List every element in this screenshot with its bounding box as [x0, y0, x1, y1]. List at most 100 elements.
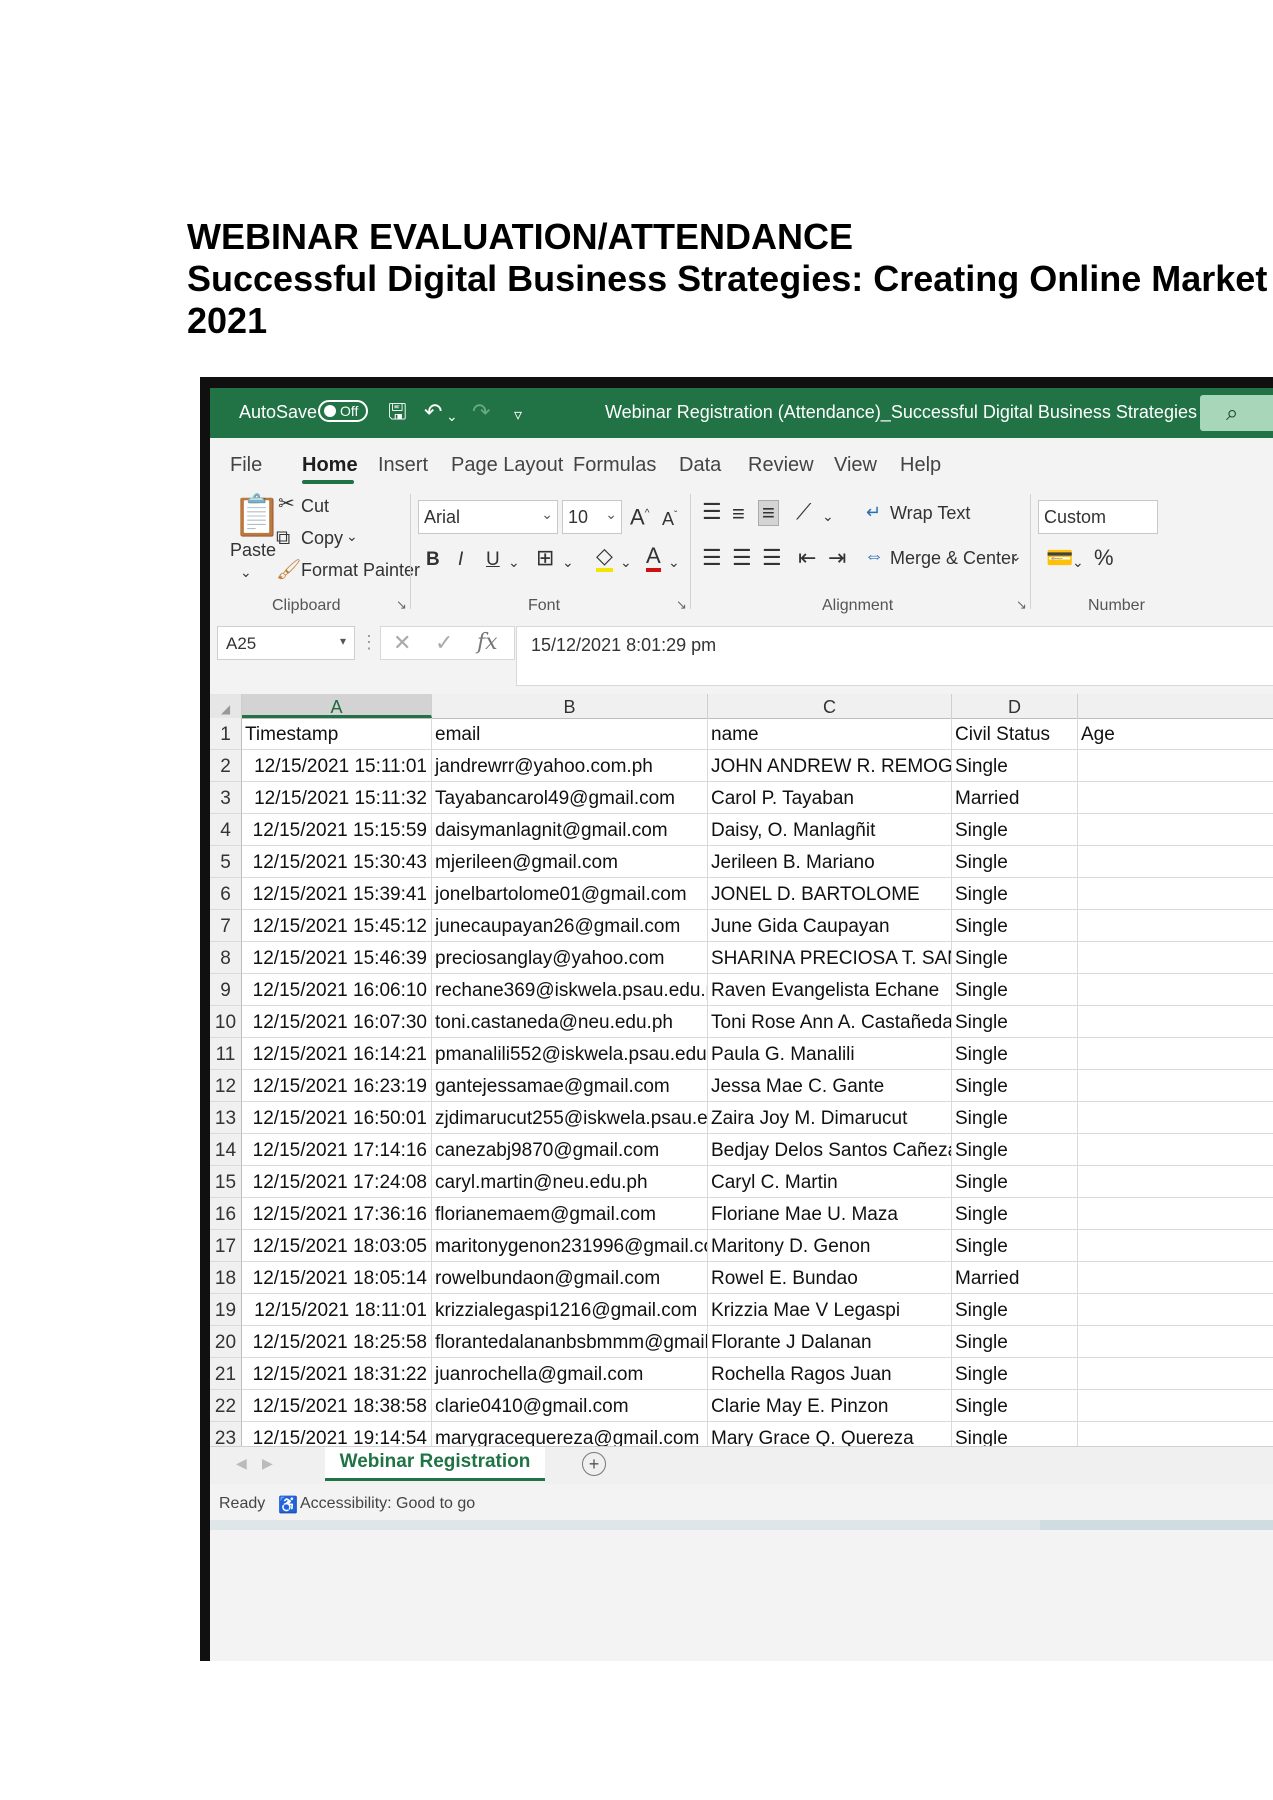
- cell-age[interactable]: [1078, 910, 1273, 942]
- cell-name[interactable]: Daisy, O. Manlagñit: [708, 814, 952, 846]
- merge-center-button[interactable]: Merge & Center: [890, 548, 1017, 569]
- sheet-tab-webinar-registration[interactable]: Webinar Registration: [325, 1447, 545, 1481]
- row-header[interactable]: 22: [210, 1390, 242, 1422]
- cell-email[interactable]: florianemaem@gmail.com: [432, 1198, 708, 1230]
- cell-name[interactable]: Krizzia Mae V Legaspi: [708, 1294, 952, 1326]
- cell-timestamp[interactable]: 12/15/2021 16:23:19: [242, 1070, 432, 1102]
- cell-civil-status[interactable]: Single: [952, 1390, 1078, 1422]
- row-header[interactable]: 17: [210, 1230, 242, 1262]
- cell-age[interactable]: [1078, 1070, 1273, 1102]
- accessibility-status[interactable]: Accessibility: Good to go: [300, 1495, 475, 1513]
- insert-function-icon[interactable]: fx: [477, 631, 498, 655]
- merge-center-icon[interactable]: ⇔: [864, 544, 884, 568]
- italic-icon[interactable]: I: [458, 548, 463, 572]
- cell-name[interactable]: SHARINA PRECIOSA T. SANGLAY: [708, 942, 952, 974]
- cell-civil-status[interactable]: Single: [952, 1230, 1078, 1262]
- cell-email[interactable]: mjerileen@gmail.com: [432, 846, 708, 878]
- align-top-icon[interactable]: ☰: [702, 500, 722, 524]
- redo-icon[interactable]: ↷: [472, 400, 490, 424]
- cut-button[interactable]: Cut: [301, 496, 329, 517]
- orientation-icon[interactable]: ⟋: [796, 500, 811, 524]
- cell-age[interactable]: [1078, 974, 1273, 1006]
- accounting-dropdown-icon[interactable]: ⌄: [1072, 550, 1084, 574]
- orientation-dropdown-icon[interactable]: ⌄: [822, 504, 834, 528]
- row-header[interactable]: 21: [210, 1358, 242, 1390]
- cell-timestamp[interactable]: 12/15/2021 16:07:30: [242, 1006, 432, 1038]
- enter-icon[interactable]: ✓: [435, 631, 453, 655]
- cell-timestamp[interactable]: 12/15/2021 18:31:22: [242, 1358, 432, 1390]
- cell-name[interactable]: Jerileen B. Mariano: [708, 846, 952, 878]
- cell-age[interactable]: [1078, 1102, 1273, 1134]
- row-header[interactable]: 7: [210, 910, 242, 942]
- header-cell-email[interactable]: email: [432, 718, 708, 750]
- bold-icon[interactable]: B: [426, 548, 440, 572]
- font-color-icon[interactable]: A: [646, 544, 661, 572]
- row-header[interactable]: 5: [210, 846, 242, 878]
- paste-icon[interactable]: 📋: [232, 494, 282, 538]
- cell-name[interactable]: Caryl C. Martin: [708, 1166, 952, 1198]
- cell-name[interactable]: JONEL D. BARTOLOME: [708, 878, 952, 910]
- header-cell-timestamp[interactable]: Timestamp: [242, 718, 432, 750]
- cell-timestamp[interactable]: 12/15/2021 15:46:39: [242, 942, 432, 974]
- tab-help[interactable]: Help: [900, 454, 941, 477]
- cell-email[interactable]: clarie0410@gmail.com: [432, 1390, 708, 1422]
- customize-toolbar-icon[interactable]: ▿: [514, 404, 522, 428]
- cell-timestamp[interactable]: 12/15/2021 15:45:12: [242, 910, 432, 942]
- font-name-select[interactable]: Arial ⌄: [418, 500, 558, 534]
- accessibility-icon[interactable]: ♿: [278, 1495, 298, 1515]
- tab-formulas[interactable]: Formulas: [573, 454, 656, 477]
- column-header-d[interactable]: D: [952, 694, 1078, 718]
- cell-civil-status[interactable]: Single: [952, 1038, 1078, 1070]
- cell-email[interactable]: preciosanglay@yahoo.com: [432, 942, 708, 974]
- cell-email[interactable]: rechane369@iskwela.psau.edu.ph: [432, 974, 708, 1006]
- row-header[interactable]: 16: [210, 1198, 242, 1230]
- align-middle-icon[interactable]: ≡: [732, 502, 745, 526]
- cell-timestamp[interactable]: 12/15/2021 17:24:08: [242, 1166, 432, 1198]
- column-header-c[interactable]: C: [708, 694, 952, 718]
- save-icon[interactable]: 🖫: [388, 400, 407, 424]
- row-header[interactable]: 11: [210, 1038, 242, 1070]
- tab-review[interactable]: Review: [748, 454, 814, 477]
- cell-name[interactable]: Rochella Ragos Juan: [708, 1358, 952, 1390]
- cell-age[interactable]: [1078, 942, 1273, 974]
- cell-name[interactable]: Toni Rose Ann A. Castañeda: [708, 1006, 952, 1038]
- cell-age[interactable]: [1078, 1230, 1273, 1262]
- cell-age[interactable]: [1078, 1358, 1273, 1390]
- cell-name[interactable]: Paula G. Manalili: [708, 1038, 952, 1070]
- cell-civil-status[interactable]: Single: [952, 750, 1078, 782]
- tab-view[interactable]: View: [834, 454, 877, 477]
- search-box[interactable]: ⌕: [1200, 395, 1273, 431]
- cell-timestamp[interactable]: 12/15/2021 18:03:05: [242, 1230, 432, 1262]
- align-bottom-icon[interactable]: ≡: [758, 500, 779, 526]
- cell-civil-status[interactable]: Single: [952, 846, 1078, 878]
- cell-email[interactable]: junecaupayan26@gmail.com: [432, 910, 708, 942]
- next-sheet-icon[interactable]: ▶: [262, 1455, 273, 1472]
- column-header-b[interactable]: B: [432, 694, 708, 718]
- cell-age[interactable]: [1078, 1006, 1273, 1038]
- paste-button[interactable]: Paste: [230, 540, 276, 561]
- cell-email[interactable]: krizzialegaspi1216@gmail.com: [432, 1294, 708, 1326]
- row-header[interactable]: 18: [210, 1262, 242, 1294]
- font-color-dropdown-icon[interactable]: ⌄: [668, 550, 680, 574]
- cell-age[interactable]: [1078, 750, 1273, 782]
- accounting-format-icon[interactable]: 💳: [1046, 546, 1073, 570]
- cell-name[interactable]: Bedjay Delos Santos Cañeza: [708, 1134, 952, 1166]
- cell-civil-status[interactable]: Single: [952, 1134, 1078, 1166]
- cell-civil-status[interactable]: Single: [952, 1102, 1078, 1134]
- formula-input[interactable]: 15/12/2021 8:01:29 pm: [516, 626, 1273, 686]
- cell-civil-status[interactable]: Single: [952, 942, 1078, 974]
- cell-name[interactable]: Floriane Mae U. Maza: [708, 1198, 952, 1230]
- cell-email[interactable]: juanrochella@gmail.com: [432, 1358, 708, 1390]
- cell-name[interactable]: Rowel E. Bundao: [708, 1262, 952, 1294]
- cell-email[interactable]: jonelbartolome01@gmail.com: [432, 878, 708, 910]
- cell-timestamp[interactable]: 12/15/2021 15:11:32: [242, 782, 432, 814]
- cell-age[interactable]: [1078, 814, 1273, 846]
- cell-age[interactable]: [1078, 1326, 1273, 1358]
- copy-icon[interactable]: ⧉: [276, 526, 290, 550]
- font-launcher-icon[interactable]: ↘: [676, 597, 687, 613]
- undo-dropdown-icon[interactable]: ⌄: [446, 404, 458, 428]
- cell-timestamp[interactable]: 12/15/2021 15:30:43: [242, 846, 432, 878]
- cell-age[interactable]: [1078, 878, 1273, 910]
- cell-civil-status[interactable]: Single: [952, 974, 1078, 1006]
- cell-age[interactable]: [1078, 1166, 1273, 1198]
